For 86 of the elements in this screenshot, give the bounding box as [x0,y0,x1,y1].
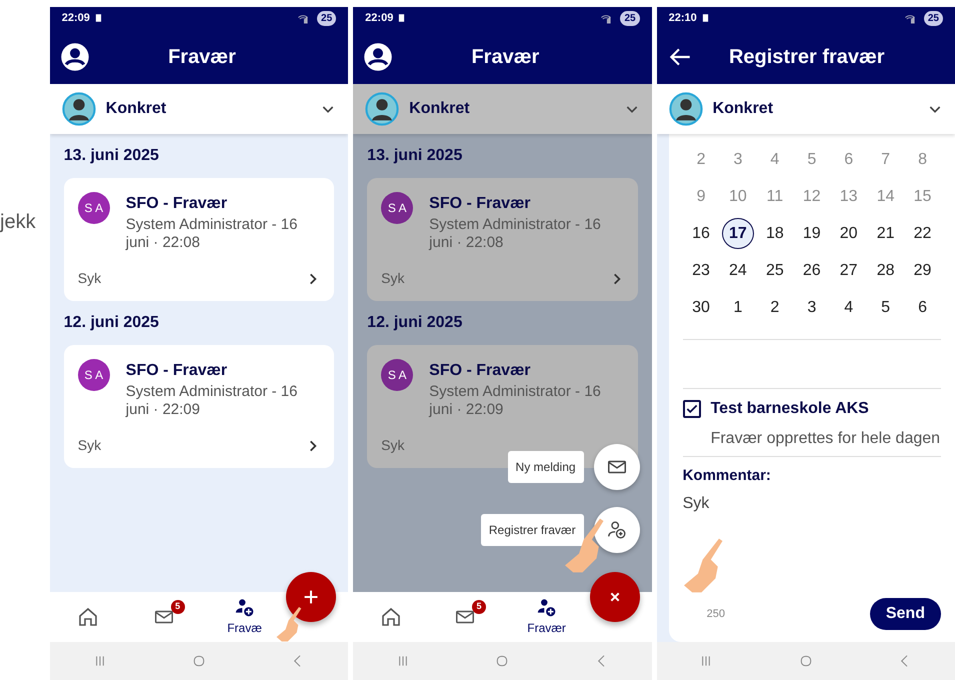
calendar-day[interactable]: 18 [758,218,791,249]
nav-tab[interactable]: Fravæ [227,597,262,637]
calendar-day[interactable]: 27 [832,255,865,286]
calendar-day[interactable]: 22 [906,218,939,249]
notification-icon [700,13,710,23]
calendar-day[interactable]: 1 [722,292,754,323]
calendar-day[interactable]: 4 [832,292,865,323]
person-add-icon [606,519,628,541]
child-avatar-icon [668,92,703,126]
profile-icon[interactable] [363,42,394,72]
child-selector[interactable]: Konkret [50,84,348,134]
check-icon [684,402,699,416]
profile-icon[interactable] [60,42,90,72]
entry-note: Syk [78,436,102,455]
calendar-day[interactable]: 24 [722,255,754,286]
calendar-day[interactable]: 23 [685,255,718,286]
calendar-day[interactable]: 30 [685,292,718,323]
entry-meta: System Administrator - 16 juni · 22:09 [126,383,298,419]
nav-tab[interactable]: Fravær [527,597,566,637]
status-time: 22:10 [668,10,697,26]
child-avatar-icon [62,92,96,126]
initials-avatar: S A [78,359,110,391]
calendar-day[interactable]: 19 [796,218,828,249]
calendar-day[interactable]: 16 [685,218,718,249]
date-heading: 13. juni 2025 [367,146,464,166]
calendar-day[interactable]: 20 [832,218,865,249]
calendar-day[interactable]: 29 [906,255,939,286]
battery-level: 25 [620,10,640,26]
calendar-day[interactable]: 6 [906,292,939,323]
comment-label: Kommentar: [682,466,772,486]
speed-dial-label[interactable]: Registrer fravær [480,514,584,546]
character-counter: 250 [706,606,725,622]
screen-title: Fravær [167,44,237,70]
entry-title: SFO - Fravær [429,361,532,381]
calendar-day[interactable]: 2 [758,292,791,323]
date-heading: 13. juni 2025 [64,146,160,166]
person-add-icon [536,597,558,619]
nav-label: Fravær [527,620,566,637]
unread-badge: 5 [170,600,185,614]
notification-icon [94,13,103,23]
calendar-day[interactable]: 25 [758,255,791,286]
child-avatar-icon [365,92,400,126]
calendar-day[interactable]: 5 [870,292,902,323]
person-add-icon [234,597,256,619]
nav-label: Fravæ [227,620,262,637]
status-time: 22:09 [365,10,394,26]
calendar-day[interactable]: 26 [796,255,828,286]
checkbox[interactable] [682,400,701,418]
comment-field[interactable]: Syk [682,492,941,516]
send-button[interactable]: Send [870,598,941,630]
entry-meta: System Administrator - 16 juni · 22:09 [429,383,602,419]
screen-title: Registrer fravær [728,44,886,70]
entry-title: SFO - Fravær [126,194,228,214]
initials-avatar: S A [381,192,414,224]
status-time: 22:09 [62,10,90,26]
calendar-day[interactable]: 17 [722,218,754,249]
child-name: Konkret [712,99,774,119]
screen-title: Fravær [470,44,540,70]
battery-level: 25 [924,10,943,26]
entry-note: Syk [381,269,405,288]
child-name: Konkret [106,99,168,119]
entry-title: SFO - Fravær [126,361,228,381]
unread-badge: 5 [472,600,486,614]
child-selector[interactable]: Konkret [353,84,652,134]
speed-dial-label[interactable]: Ny melding [508,451,584,483]
calendar-day[interactable]: 3 [796,292,828,323]
entry-title: SFO - Fravær [429,194,532,214]
absence-card[interactable]: S A SFO - Fravær System Administrator - 16 juni · 22:09 Syk [64,345,334,468]
date-heading: 12. juni 2025 [64,313,160,333]
option-note: Fravær opprettes for hele dagen [710,429,941,448]
entry-note: Syk [78,269,102,288]
calendar-day[interactable]: 21 [870,218,902,249]
notification-icon [397,13,406,23]
date-heading: 12. juni 2025 [367,313,464,333]
entry-note: Syk [381,436,405,455]
entry-meta: System Administrator - 16 juni · 22:08 [429,216,602,252]
initials-avatar: S A [381,359,414,391]
initials-avatar: S A [78,192,110,224]
calendar-day[interactable]: 28 [870,255,902,286]
option-label: Test barneskole AKS [710,399,869,419]
absence-card[interactable]: S A SFO - Fravær System Administrator - 16 juni · 22:08 Syk [64,178,334,301]
entry-meta: System Administrator - 16 juni · 22:08 [126,216,298,252]
child-name: Konkret [409,99,471,119]
child-selector[interactable]: Konkret [656,84,955,134]
battery-level: 25 [317,10,336,26]
absence-card[interactable]: S A SFO - Fravær System Administrator - 16 juni · 22:08 Syk [367,178,638,301]
